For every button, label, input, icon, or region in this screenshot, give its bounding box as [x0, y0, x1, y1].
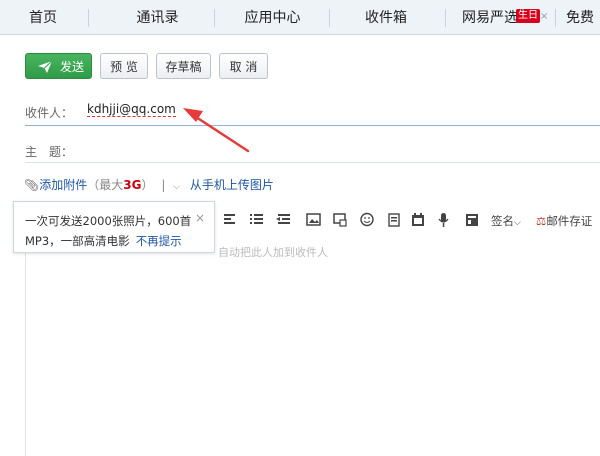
mail-receipt-button[interactable]: ⚖︎邮件存证 — [536, 213, 592, 229]
tooltip-line-2: MP3，一部高清电影 不再提示 — [25, 233, 182, 249]
close-icon[interactable]: × — [195, 211, 205, 225]
subject-label: 主 题： — [25, 145, 74, 159]
attach-limit-value: 3G — [123, 178, 142, 192]
attachment-tooltip: 一次可发送2000张照片，600首 MP3，一部高清电影 不再提示 × — [13, 201, 215, 253]
image-icon — [306, 213, 321, 226]
upload-from-phone-link[interactable]: 从手机上传图片 — [190, 178, 274, 192]
attach-limit-suffix: ） — [141, 178, 154, 192]
paperclip-icon: 📎︎ — [24, 178, 40, 192]
receipt-label: 邮件存证 — [546, 214, 593, 228]
list-icon — [250, 214, 263, 224]
receipt-icon: ⚖︎ — [536, 214, 547, 228]
signature-dropdown[interactable]: 签名⌵ — [491, 213, 521, 229]
editor-placeholder: 自动把此人加到收件人 — [218, 246, 328, 259]
subject-underline — [25, 162, 600, 163]
tooltip-line-1: 一次可发送2000张照片，600首 — [25, 214, 192, 228]
attach-divider: | — [161, 178, 166, 192]
align-left-icon — [224, 214, 235, 224]
outdent-icon — [276, 214, 290, 224]
attach-row: 📎︎添加附件（最大3G） | ⌵ 从手机上传图片 — [24, 177, 274, 193]
dont-show-again-link[interactable]: 不再提示 — [136, 234, 182, 248]
editor-body[interactable] — [25, 236, 600, 456]
attach-limit-prefix: （最大 — [87, 178, 124, 192]
calendar-icon — [412, 213, 424, 226]
screenshot-icon — [333, 213, 347, 227]
tooltip-line-2-text: MP3，一部高清电影 — [25, 234, 130, 248]
template-icon — [466, 214, 478, 226]
subject-input[interactable] — [70, 143, 600, 161]
voice-icon — [438, 213, 449, 227]
chevron-down-icon: ⌵ — [514, 218, 521, 228]
chevron-down-icon[interactable]: ⌵ — [173, 182, 180, 192]
note-icon — [388, 213, 400, 227]
add-attachment-link[interactable]: 添加附件 — [39, 178, 87, 192]
signature-label: 签名 — [491, 214, 514, 228]
emoji-icon — [360, 212, 374, 227]
